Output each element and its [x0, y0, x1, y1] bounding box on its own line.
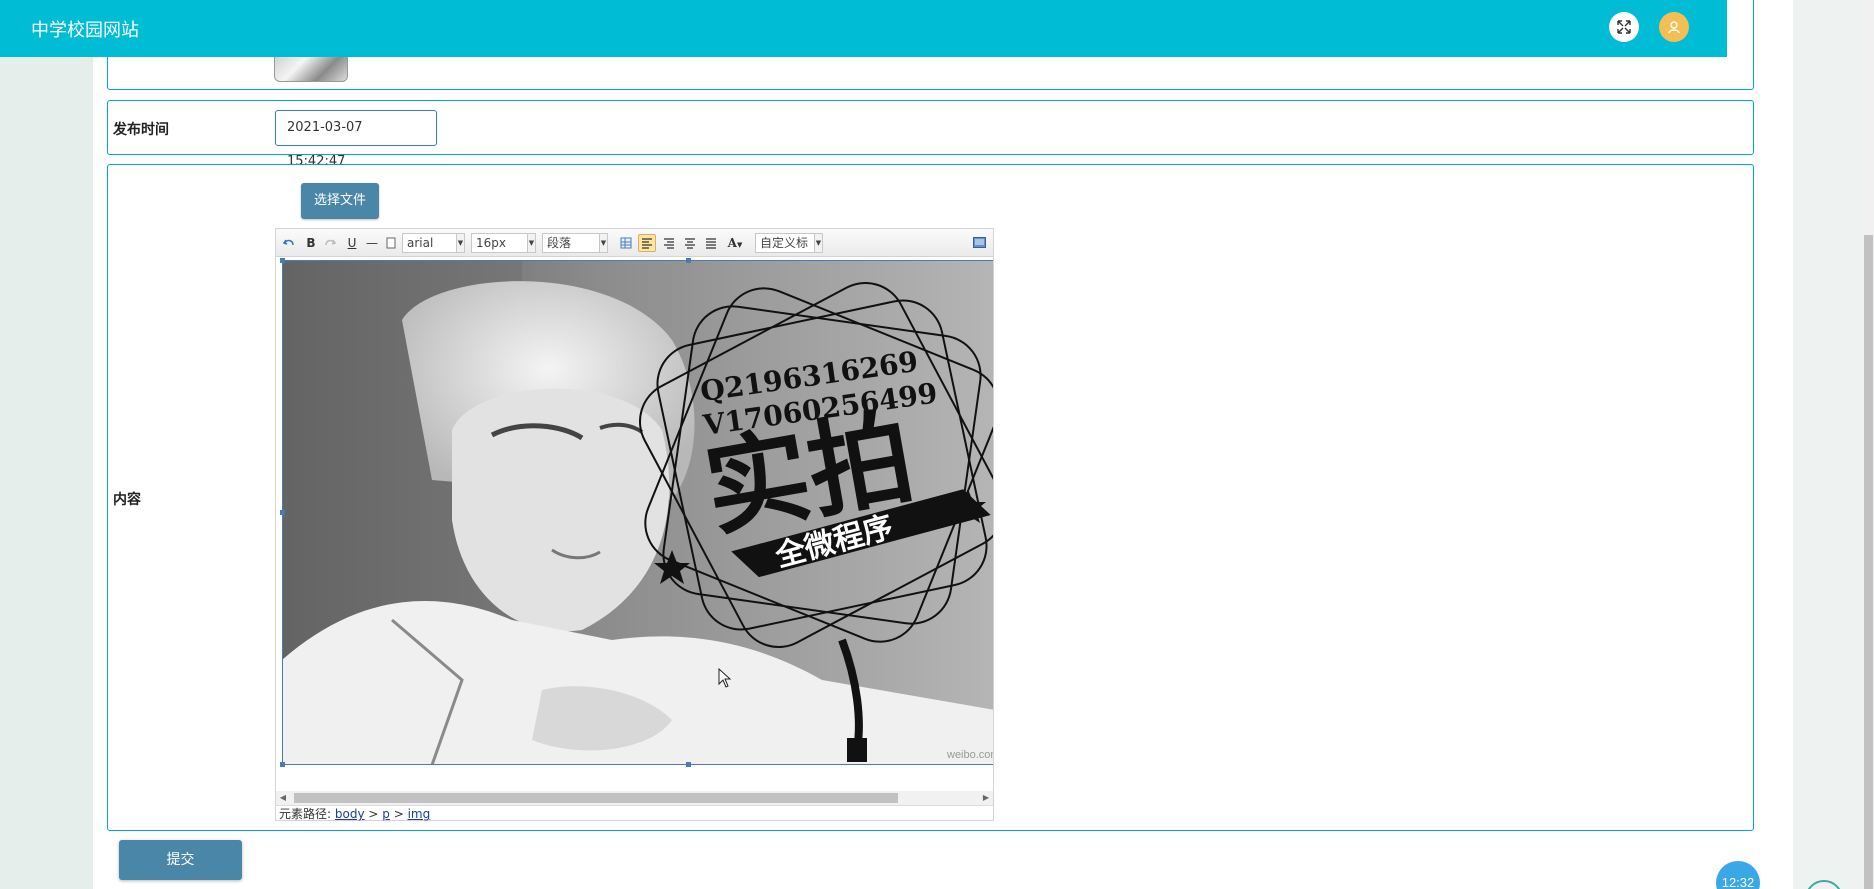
user-icon — [1668, 21, 1680, 34]
scroll-left-icon[interactable]: ◀ — [276, 791, 290, 805]
scroll-right-icon[interactable]: ▶ — [979, 791, 993, 805]
watermark-text: weibo.com/u — [946, 749, 993, 761]
content-panel: 内容 选择文件 B U — arial ▼ 16px ▼ 段落 ▼ A▼ 自定义… — [107, 164, 1754, 831]
fullscreen-icon — [972, 237, 986, 248]
submit-button[interactable]: 提交 — [119, 840, 242, 880]
align-left-icon — [642, 238, 652, 249]
element-path-label: 元素路径: — [279, 807, 332, 821]
font-color-icon: A — [727, 236, 737, 250]
editor-scrollbar-thumb[interactable] — [294, 793, 898, 803]
right-margin — [1793, 0, 1863, 889]
font-family-value: arial — [407, 236, 434, 250]
content-label: 内容 — [113, 492, 141, 508]
font-color-button[interactable]: A▼ — [723, 234, 747, 252]
chevron-down-icon: ▼ — [456, 234, 464, 252]
table-icon — [620, 237, 632, 249]
underline-button[interactable]: U — [343, 234, 361, 252]
rich-text-editor: B U — arial ▼ 16px ▼ 段落 ▼ A▼ 自定义标 ▼ weib… — [275, 228, 994, 821]
mouse-cursor-icon — [718, 668, 732, 688]
site-title: 中学校园网站 — [31, 20, 139, 41]
chevron-down-icon: ▼ — [527, 234, 535, 252]
align-right-button[interactable] — [660, 234, 678, 252]
inserted-image[interactable]: weibo.com/u Q2196316269 V17060256499 实拍 … — [282, 260, 993, 765]
publish-time-input[interactable]: 2021-03-07 15:42:47 — [275, 110, 437, 169]
page-scrollbar-thumb[interactable] — [1864, 235, 1873, 889]
justify-icon — [706, 238, 716, 249]
font-size-value: 16px — [476, 236, 506, 250]
chevron-down-icon: ▼ — [599, 234, 607, 252]
editor-content-area[interactable]: weibo.com/u Q2196316269 V17060256499 实拍 … — [276, 258, 993, 791]
publish-time-panel: 发布时间 2021-03-07 15:42:47 — [107, 100, 1754, 169]
choose-file-button[interactable]: 选择文件 — [301, 183, 379, 219]
font-size-select[interactable]: 16px ▼ — [471, 233, 536, 253]
align-left-button[interactable] — [638, 234, 656, 252]
page-icon — [386, 237, 396, 249]
paragraph-select[interactable]: 段落 ▼ — [542, 233, 608, 253]
paragraph-value: 段落 — [547, 236, 572, 250]
redo-icon — [325, 239, 337, 246]
justify-button[interactable] — [702, 234, 720, 252]
align-center-button[interactable] — [681, 234, 699, 252]
top-header: 中学校园网站 — [0, 0, 1727, 57]
font-family-select[interactable]: arial ▼ — [402, 233, 465, 253]
undo-icon — [282, 239, 294, 246]
fullscreen-editor-button[interactable] — [970, 234, 988, 252]
editor-toolbar: B U — arial ▼ 16px ▼ 段落 ▼ A▼ 自定义标 ▼ — [276, 229, 993, 257]
bold-button[interactable]: B — [302, 234, 320, 252]
horizontal-rule-button[interactable]: — — [363, 234, 381, 252]
table-button[interactable] — [617, 234, 635, 252]
expand-icon — [1617, 20, 1631, 34]
path-link-img[interactable]: img — [408, 807, 431, 821]
path-link-body[interactable]: body — [335, 807, 365, 821]
custom-title-select[interactable]: 自定义标 ▼ — [755, 233, 823, 253]
align-right-icon — [664, 238, 674, 249]
custom-title-value: 自定义标 — [760, 236, 809, 250]
user-avatar-button[interactable] — [1659, 12, 1689, 42]
redo-button[interactable] — [321, 234, 339, 252]
chevron-down-icon: ▼ — [814, 234, 822, 252]
align-center-icon — [685, 238, 695, 249]
element-path-bar: 元素路径: body > p > img — [276, 805, 993, 821]
path-link-p[interactable]: p — [382, 807, 390, 821]
publish-time-label: 发布时间 — [113, 122, 169, 138]
undo-button[interactable] — [280, 234, 298, 252]
editor-horizontal-scrollbar[interactable]: ◀ ▶ — [276, 791, 993, 805]
page-break-button[interactable] — [382, 234, 400, 252]
fullscreen-button[interactable] — [1609, 12, 1639, 42]
